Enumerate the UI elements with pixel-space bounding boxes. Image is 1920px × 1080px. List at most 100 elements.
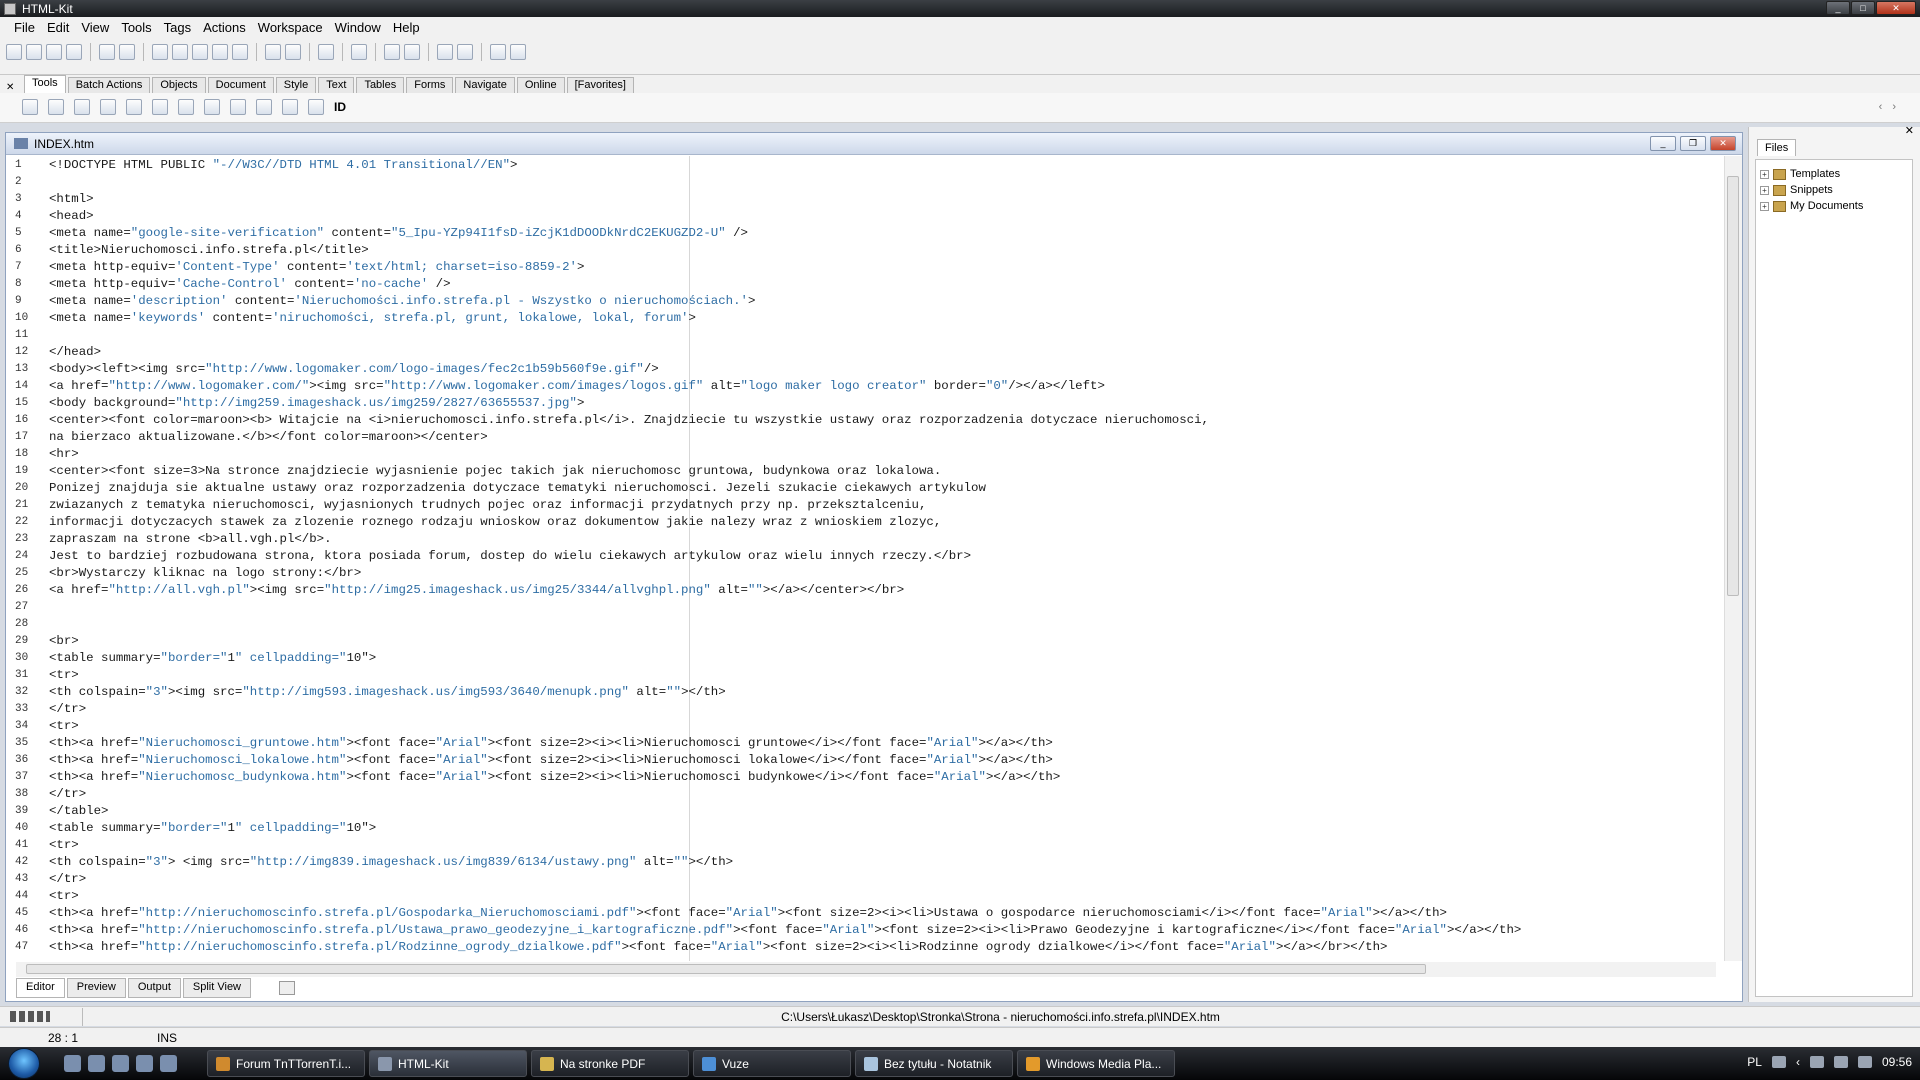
explorer-icon[interactable] [112,1055,129,1072]
grid-icon[interactable] [510,44,526,60]
tree-item-my-documents[interactable]: + My Documents [1756,198,1912,214]
network-icon[interactable] [1809,1056,1824,1068]
tab-tools[interactable]: Tools [24,75,66,93]
start-button[interactable] [8,1048,40,1079]
horizontal-scroll-thumb[interactable] [26,964,1426,974]
editor-restore-icon[interactable]: ❐ [1680,136,1706,151]
timer-icon[interactable] [126,99,142,115]
vertical-scroll-thumb[interactable] [1727,176,1739,596]
tab-editor[interactable]: Editor [16,978,65,998]
undo-icon[interactable] [265,44,281,60]
tree-item-templates[interactable]: + Templates [1756,166,1912,182]
print-icon[interactable] [99,44,115,60]
wand-tool-icon[interactable] [48,99,64,115]
tab-split-view[interactable]: Split View [182,978,252,998]
expand-icon[interactable]: + [1760,169,1769,179]
redo-icon[interactable] [285,44,301,60]
window-layout-icon[interactable] [457,44,473,60]
vertical-scrollbar[interactable] [1724,156,1742,961]
close-tabs-icon[interactable]: ✕ [6,82,18,93]
id-dropdown[interactable]: ID [334,100,346,114]
menu-actions[interactable]: Actions [199,20,254,35]
show-desktop-icon[interactable] [64,1055,81,1072]
document-icon[interactable] [178,99,194,115]
split-panes-icon[interactable] [351,44,367,60]
language-indicator[interactable]: PL [1747,1055,1762,1069]
keyboard-icon[interactable] [1771,1056,1786,1068]
editor-minimize-icon[interactable]: _ [1650,136,1676,151]
volume-icon[interactable] [1833,1056,1848,1068]
text-tool-icon[interactable] [152,99,168,115]
task-forum[interactable]: Forum TnTTorrenT.i... [207,1050,365,1077]
clock[interactable]: 09:56 [1882,1055,1912,1069]
menu-file[interactable]: File [10,20,43,35]
tab-files[interactable]: Files [1757,139,1797,156]
firefox-icon[interactable] [160,1055,177,1072]
menu-tags[interactable]: Tags [160,20,199,35]
menu-workspace[interactable]: Workspace [254,20,331,35]
tidy-icon[interactable] [384,44,400,60]
save-icon[interactable] [66,44,82,60]
close-icon[interactable]: ✕ [1876,1,1916,15]
task-pdf-folder[interactable]: Na stronke PDF [531,1050,689,1077]
menu-tools[interactable]: Tools [117,20,159,35]
menu-help[interactable]: Help [389,20,428,35]
tab-batch-actions[interactable]: Batch Actions [67,77,151,93]
cut-icon[interactable] [172,44,188,60]
task-media-player[interactable]: Windows Media Pla... [1017,1050,1175,1077]
editor-close-icon[interactable]: ✕ [1710,136,1736,151]
tab-text[interactable]: Text [318,77,355,93]
tab-objects[interactable]: Objects [152,77,206,93]
menu-edit[interactable]: Edit [43,20,77,35]
tree-item-snippets[interactable]: + Snippets [1756,182,1912,198]
view-options-icon[interactable] [279,981,296,995]
pointer-tool-icon[interactable] [22,99,38,115]
select-all-icon[interactable] [152,44,168,60]
tab-online[interactable]: Online [516,77,565,93]
tab-forms[interactable]: Forms [406,77,454,93]
tab-style[interactable]: Style [275,77,317,93]
table-tool-icon[interactable] [308,99,324,115]
tab-navigate[interactable]: Navigate [455,77,515,93]
open-folder-icon[interactable] [26,44,42,60]
tab-tables[interactable]: Tables [356,77,405,93]
delete-icon[interactable] [232,44,248,60]
expand-icon[interactable]: + [1760,185,1769,195]
task-notepad[interactable]: Bez tytułu - Notatnik [855,1050,1013,1077]
scroll-arrows[interactable]: ‹› [1879,101,1906,113]
tab-output[interactable]: Output [127,978,181,998]
refresh-icon[interactable] [490,44,506,60]
publish-icon[interactable] [119,44,135,60]
color-icon[interactable] [256,99,272,115]
tab-favorites[interactable]: [Favorites] [566,77,634,93]
paste-icon[interactable] [212,44,228,60]
help-icon[interactable] [404,44,420,60]
panel-close-icon[interactable]: ✕ [1905,124,1914,137]
menu-view[interactable]: View [77,20,117,35]
code-tag-icon[interactable] [74,99,90,115]
tray-expand-icon[interactable]: ‹ [1796,1055,1800,1069]
menu-window[interactable]: Window [331,20,389,35]
task-html-kit[interactable]: HTML-Kit [369,1050,527,1077]
tab-preview[interactable]: Preview [66,978,126,998]
switch-windows-icon[interactable] [88,1055,105,1072]
path-tools-icon[interactable] [10,1011,50,1022]
horizontal-scrollbar[interactable] [16,962,1716,977]
find-icon[interactable] [318,44,334,60]
format-icon[interactable] [204,99,220,115]
new-file-icon[interactable] [6,44,22,60]
preview-icon[interactable] [437,44,453,60]
copy-icon[interactable] [192,44,208,60]
maximize-icon[interactable]: □ [1851,1,1875,15]
media-icon[interactable] [136,1055,153,1072]
plugin-icon[interactable] [282,99,298,115]
power-icon[interactable] [1857,1056,1872,1068]
tab-document[interactable]: Document [207,77,274,93]
code-editor[interactable]: 1 <!DOCTYPE HTML PUBLIC "-//W3C//DTD HTML… [6,156,1726,961]
align-icon[interactable] [100,99,116,115]
spell-icon[interactable] [230,99,246,115]
minimize-icon[interactable]: _ [1826,1,1850,15]
task-vuze[interactable]: Vuze [693,1050,851,1077]
expand-icon[interactable]: + [1760,201,1769,211]
open-recent-icon[interactable] [46,44,62,60]
